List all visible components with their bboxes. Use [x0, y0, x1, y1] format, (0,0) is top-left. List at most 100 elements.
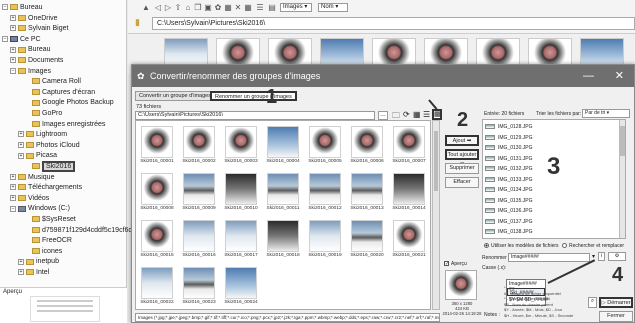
tree-item[interactable]: Ski2016: [22, 161, 76, 172]
expand-icon[interactable]: +: [18, 141, 24, 148]
tree-item[interactable]: − Ce PC: [2, 34, 41, 45]
view-list-icon[interactable]: ☰: [256, 4, 264, 12]
file-thumbnail[interactable]: Ski2016_00006: [349, 124, 385, 170]
tree-item[interactable]: + Musique: [10, 172, 54, 183]
home-icon[interactable]: ⌂: [184, 4, 192, 12]
radio-search-replace[interactable]: Rechercher et remplacer: [562, 243, 624, 249]
list-item[interactable]: IMG_0137.JPG: [485, 218, 532, 226]
copy-icon[interactable]: ❐: [194, 4, 202, 12]
grid-scrollbar[interactable]: [432, 120, 440, 310]
add-button[interactable]: Ajout ➡: [445, 135, 479, 146]
list-item[interactable]: IMG_0132.JPG: [485, 165, 532, 173]
file-thumbnail[interactable]: Ski2016_00002: [181, 124, 217, 170]
close-button[interactable]: Fermer: [599, 311, 633, 322]
info-button[interactable]: i: [598, 252, 605, 261]
view-details-icon[interactable]: ▤: [268, 4, 276, 12]
start-button[interactable]: ▷ Démarrer: [599, 297, 633, 308]
tree-item[interactable]: Images enregistrées: [22, 119, 105, 130]
list-scrollbar[interactable]: [619, 120, 625, 238]
file-thumbnail[interactable]: Ski2016_00011: [265, 171, 301, 217]
tree-item[interactable]: Google Photos Backup: [22, 97, 114, 108]
tree-item[interactable]: + Téléchargements: [10, 182, 82, 193]
collapse-icon[interactable]: −: [10, 205, 16, 212]
file-thumbnail[interactable]: Ski2016_00004: [265, 124, 301, 170]
up-arrow-icon[interactable]: ▲: [142, 4, 150, 12]
list-item[interactable]: IMG_0128.JPG: [485, 123, 532, 131]
file-thumbnail[interactable]: Ski2016_00005: [307, 124, 343, 170]
list-item[interactable]: IMG_0129.JPG: [485, 134, 532, 142]
search-icon[interactable]: ⌕: [588, 297, 597, 308]
folder-tree[interactable]: − Bureau + OneDrive + Sylvain Biget − Ce PC + Bur…: [0, 0, 140, 323]
expand-icon[interactable]: +: [10, 25, 16, 32]
collapse-icon[interactable]: −: [2, 35, 8, 42]
file-thumbnail[interactable]: Ski2016_00001: [139, 124, 175, 170]
thumbnail-view-icon[interactable]: ▦: [432, 109, 442, 120]
list-item[interactable]: IMG_0131.JPG: [485, 155, 532, 163]
address-bar[interactable]: C:\Users\Sylvain\Pictures\Ski2016\: [152, 17, 635, 30]
list-item[interactable]: IMG_0135.JPG: [485, 197, 532, 205]
back-icon[interactable]: ◁: [154, 4, 162, 12]
list-item[interactable]: IMG_0133.JPG: [485, 176, 532, 184]
file-thumbnail[interactable]: Ski2016_00009: [181, 171, 217, 217]
expand-icon[interactable]: +: [10, 194, 16, 201]
options-button[interactable]: ⚙: [608, 252, 626, 261]
tree-item[interactable]: − Bureau: [2, 2, 43, 13]
view-thumb-icon[interactable]: ▦: [244, 4, 252, 12]
tree-item[interactable]: Captures d'écran: [22, 87, 95, 98]
tree-item[interactable]: + Lightroom: [18, 129, 67, 140]
file-thumbnail[interactable]: Ski2016_00024: [223, 265, 259, 309]
file-thumbnail[interactable]: Ski2016_00012: [307, 171, 343, 217]
folder-up-icon[interactable]: ⇧: [174, 4, 182, 12]
expand-icon[interactable]: +: [18, 258, 24, 265]
tree-item[interactable]: − Images: [10, 66, 51, 77]
expand-icon[interactable]: +: [10, 46, 16, 53]
tree-item[interactable]: + Picasa: [18, 150, 57, 161]
tree-item[interactable]: + Photos iCloud: [18, 140, 80, 151]
expand-icon[interactable]: +: [18, 131, 24, 138]
tree-item[interactable]: d759871f129d4cddf5c19cf6d1c: [22, 225, 140, 236]
tree-item[interactable]: + Sylvain Biget: [10, 23, 68, 34]
rename-input[interactable]: Image#####: [508, 253, 590, 262]
delete-icon[interactable]: ✕: [234, 4, 242, 12]
refresh-icon[interactable]: ⟳: [403, 110, 410, 119]
file-thumbnail[interactable]: Ski2016_00023: [181, 265, 217, 309]
file-type-filter[interactable]: Images (*.jpg;*.jpe;*.jpeg;*.bmp;*.gif;*…: [135, 313, 440, 322]
list-view-icon[interactable]: ☰: [423, 110, 430, 119]
tree-item[interactable]: + Bureau: [10, 44, 51, 55]
tree-item[interactable]: + inetpub: [18, 256, 59, 267]
tree-item[interactable]: $SysReset: [22, 214, 76, 225]
browse-button[interactable]: …: [378, 111, 388, 120]
add-all-button[interactable]: Tout ajouter ➡: [445, 149, 479, 167]
file-thumbnail[interactable]: Ski2016_00017: [223, 218, 259, 264]
tree-item[interactable]: icones: [22, 246, 62, 257]
close-icon[interactable]: ✕: [615, 65, 624, 87]
file-thumbnail[interactable]: Ski2016_00015: [139, 218, 175, 264]
list-item[interactable]: IMG_0130.JPG: [485, 144, 532, 152]
minimize-button[interactable]: —: [583, 65, 594, 87]
tree-item[interactable]: − Windows (C:): [10, 203, 70, 214]
file-thumbnail[interactable]: Ski2016_00022: [139, 265, 175, 309]
expand-icon[interactable]: +: [10, 184, 16, 191]
expand-icon[interactable]: +: [18, 152, 24, 159]
tree-item[interactable]: Camera Roll: [22, 76, 81, 87]
file-thumbnail[interactable]: Ski2016_00008: [139, 171, 175, 217]
tree-item[interactable]: + OneDrive: [10, 13, 58, 24]
view-icon[interactable]: ▦: [413, 110, 421, 119]
expand-icon[interactable]: +: [10, 14, 16, 21]
folder-path-input[interactable]: C:\Users\Sylvain\Pictures\Ski2016\: [135, 111, 375, 120]
collapse-icon[interactable]: −: [10, 67, 16, 74]
tab-convert[interactable]: Convertir un groupe d'images: [135, 91, 215, 101]
file-thumbnail[interactable]: Ski2016_00014: [391, 171, 427, 217]
tree-item[interactable]: + Intel: [18, 267, 49, 278]
grid-icon[interactable]: ▦: [224, 4, 232, 12]
preview-checkbox[interactable]: ✓ Aperçu: [444, 261, 467, 267]
radio-use-files[interactable]: Utiliser les modèles de fichiers: [484, 243, 559, 249]
file-thumbnail-grid[interactable]: Ski2016_00001 Ski2016_00002 Ski2016_00003 S…: [135, 120, 431, 310]
expand-icon[interactable]: +: [10, 173, 16, 180]
file-thumbnail[interactable]: Ski2016_00007: [391, 124, 427, 170]
tree-item[interactable]: + Documents: [10, 55, 63, 66]
clear-button[interactable]: Effacer: [445, 177, 479, 188]
forward-icon[interactable]: ▷: [164, 4, 172, 12]
file-thumbnail[interactable]: Ski2016_00016: [181, 218, 217, 264]
expand-icon[interactable]: +: [10, 57, 16, 64]
